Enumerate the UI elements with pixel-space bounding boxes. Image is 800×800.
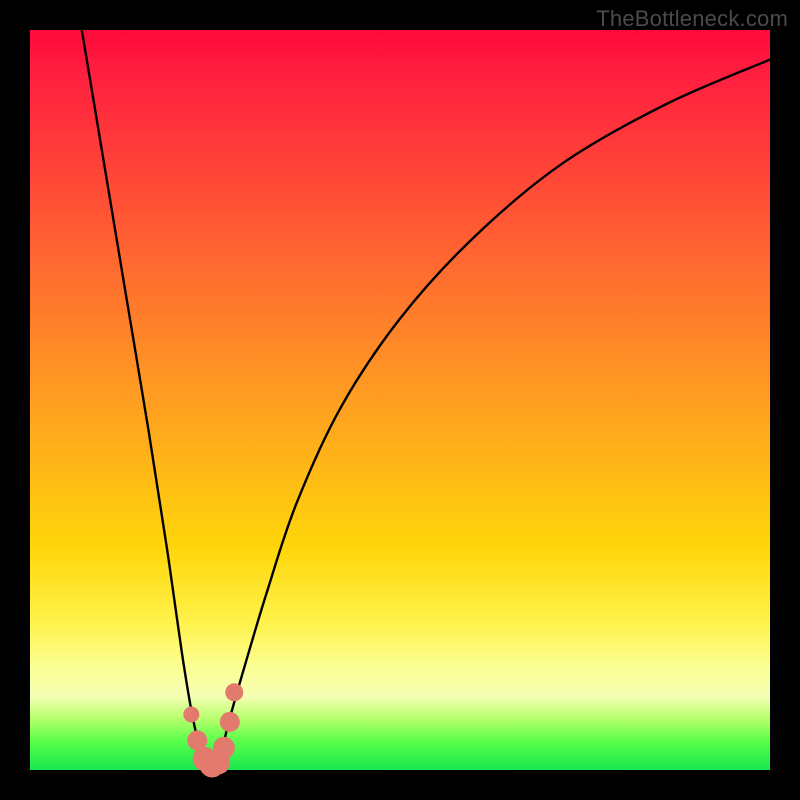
highlight-point (183, 707, 199, 723)
plot-area (30, 30, 770, 770)
highlight-point (220, 712, 240, 732)
watermark-text: TheBottleneck.com (596, 6, 788, 32)
chart-frame: TheBottleneck.com (0, 0, 800, 800)
curve-svg (30, 30, 770, 770)
highlight-point (213, 737, 235, 759)
bottleneck-curve (82, 30, 770, 773)
highlight-point (225, 683, 243, 701)
highlight-markers (183, 683, 243, 777)
